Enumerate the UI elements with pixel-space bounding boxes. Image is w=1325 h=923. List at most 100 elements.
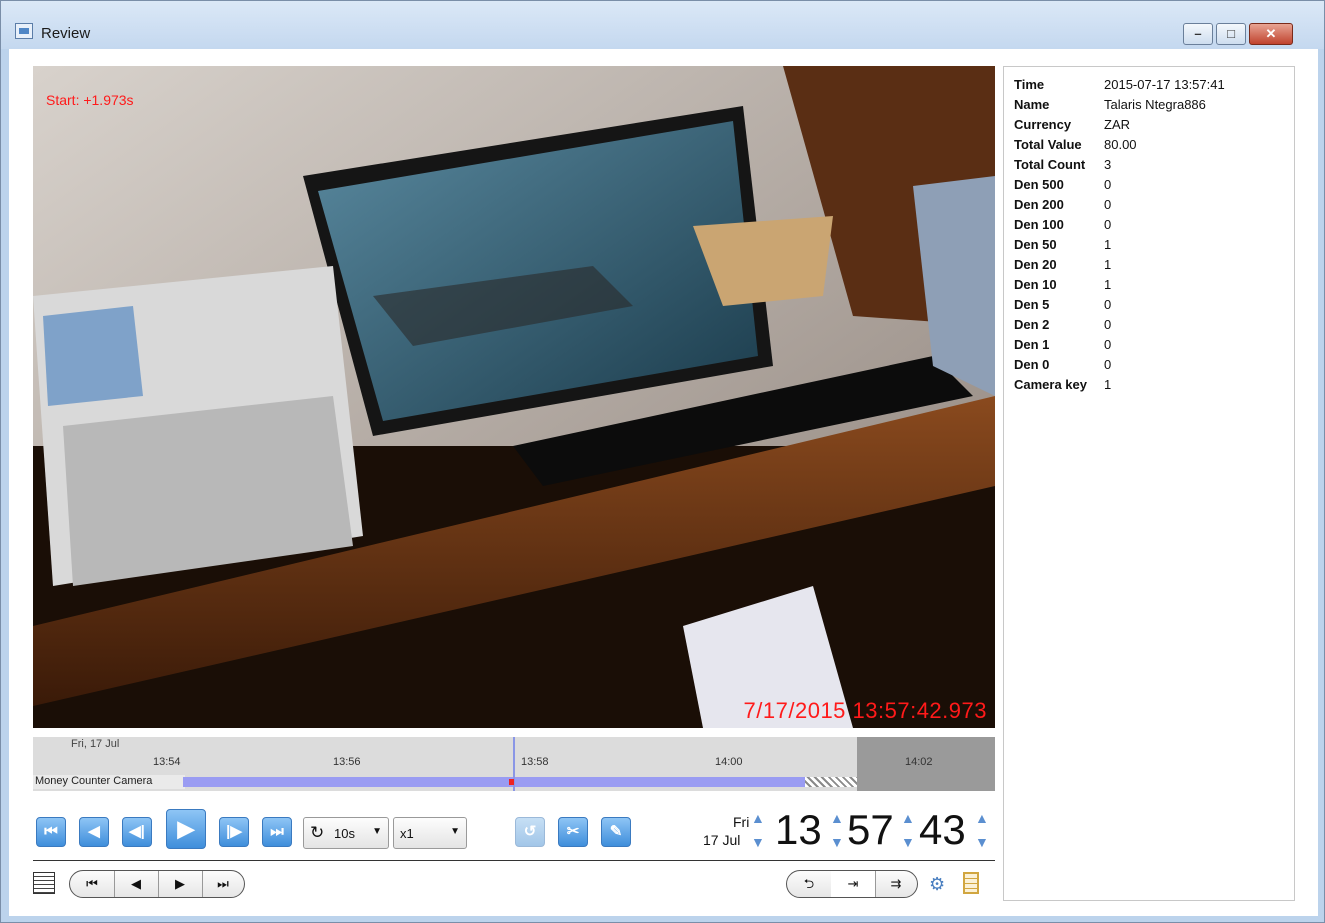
speed-value: x1 bbox=[400, 826, 414, 841]
timeline-tick: 13:54 bbox=[153, 756, 181, 768]
start-offset-label: Start: +1.973s bbox=[46, 92, 134, 108]
back-icon: ◀ bbox=[88, 823, 100, 840]
detail-value: Talaris Ntegra886 bbox=[1104, 97, 1206, 112]
detail-key: Camera key bbox=[1014, 377, 1087, 392]
export-icon[interactable] bbox=[963, 872, 979, 894]
detail-value: 0 bbox=[1104, 297, 1112, 312]
detail-key: Total Count bbox=[1014, 157, 1086, 172]
minutes-down-arrow[interactable]: ▼ bbox=[901, 834, 915, 850]
detail-value: 0 bbox=[1104, 357, 1112, 372]
close-button[interactable]: ✕ bbox=[1249, 23, 1293, 45]
first-event-button[interactable]: ⏮ bbox=[70, 871, 115, 897]
frame-forward-button[interactable]: |▶ bbox=[219, 817, 249, 847]
detail-value: 1 bbox=[1104, 377, 1112, 392]
fast-forward-icon: ⇉ bbox=[890, 876, 902, 891]
seconds-down-arrow[interactable]: ▼ bbox=[975, 834, 989, 850]
timeline-tick: 13:56 bbox=[333, 756, 361, 768]
hours-up-arrow[interactable]: ▲ bbox=[830, 810, 844, 826]
transaction-details-panel: Time 2015-07-17 13:57:41 Name Talaris Nteg… bbox=[1003, 66, 1295, 901]
detail-value: 1 bbox=[1104, 237, 1112, 252]
title-bar[interactable]: Review – □ ✕ bbox=[1, 1, 1324, 49]
list-view-icon[interactable] bbox=[33, 872, 55, 894]
go-to-end-button[interactable]: ⏭ bbox=[262, 817, 292, 847]
event-navigation-group: ⏮ ◀ ▶ ⏭ bbox=[69, 870, 245, 898]
timeline[interactable]: Fri, 17 Jul 13:54 13:56 13:58 14:00 14:0… bbox=[33, 737, 995, 791]
settings-gear-icon[interactable]: ⚙ bbox=[929, 874, 945, 895]
mark-in-button[interactable]: ✂ bbox=[558, 817, 588, 847]
video-frame[interactable]: Start: +1.973s 7/17/2015 13:57:42.973 bbox=[33, 66, 995, 728]
hours-down-arrow[interactable]: ▼ bbox=[830, 834, 844, 850]
last-event-button[interactable]: ⏭ bbox=[202, 871, 244, 897]
controls-divider bbox=[33, 860, 995, 861]
detail-key: Den 5 bbox=[1014, 297, 1050, 312]
loop-interval-value: 10s bbox=[334, 826, 355, 841]
frame-forward-icon: |▶ bbox=[226, 823, 242, 840]
detail-value: 0 bbox=[1104, 337, 1112, 352]
detail-value: 0 bbox=[1104, 217, 1112, 232]
speed-dropdown[interactable]: x1 ▼ bbox=[393, 817, 467, 849]
detail-key: Den 10 bbox=[1014, 277, 1057, 292]
loop-icon: ↺ bbox=[523, 823, 537, 840]
mark-out-button[interactable]: ✎ bbox=[601, 817, 631, 847]
frame-back-icon: ◀| bbox=[129, 823, 145, 840]
minimize-icon: – bbox=[1194, 26, 1202, 41]
detail-key: Den 0 bbox=[1014, 357, 1050, 372]
frame-back-button[interactable]: ◀| bbox=[122, 817, 152, 847]
skip-start-icon: ⏮ bbox=[44, 823, 58, 840]
timeline-tick: 14:00 bbox=[715, 756, 743, 768]
detail-value: 2015-07-17 13:57:41 bbox=[1104, 77, 1225, 92]
minimize-button[interactable]: – bbox=[1183, 23, 1213, 45]
video-timestamp-overlay: 7/17/2015 13:57:42.973 bbox=[743, 698, 987, 723]
detail-key: Currency bbox=[1014, 117, 1072, 132]
play-icon: ▶ bbox=[177, 816, 195, 841]
detail-value: 0 bbox=[1104, 197, 1112, 212]
window-title: Review bbox=[41, 25, 91, 42]
sync-mode-group: ⮌ ⇥ ⇉ bbox=[786, 870, 918, 898]
detail-key: Time bbox=[1014, 77, 1045, 92]
bottom-toolbar: ⏮ ◀ ▶ ⏭ ⮌ ⇥ ⇉ ⚙ bbox=[33, 866, 995, 906]
playback-controls: ⏮ ◀ ◀| ▶ |▶ ⏭ ↻ 10s ▼ x1 ▼ ↺ ✂ ✎ ▲ ▼ Fri… bbox=[33, 800, 995, 860]
previous-icon: ◀ bbox=[131, 876, 141, 891]
video-image bbox=[33, 66, 995, 728]
return-icon: ⮌ bbox=[803, 876, 815, 891]
detail-value: 1 bbox=[1104, 277, 1112, 292]
skip-end-icon: ⏭ bbox=[270, 823, 284, 840]
loop-icon: ↻ bbox=[310, 823, 325, 842]
detail-value: 1 bbox=[1104, 257, 1112, 272]
detail-key: Den 500 bbox=[1014, 177, 1064, 192]
loop-interval-dropdown[interactable]: ↻ 10s ▼ bbox=[303, 817, 389, 849]
clock-minutes[interactable]: 57 bbox=[847, 806, 894, 854]
detail-value: 0 bbox=[1104, 177, 1112, 192]
detail-value: 3 bbox=[1104, 157, 1112, 172]
pin-out-icon: ✂ bbox=[566, 823, 580, 840]
day-up-arrow[interactable]: ▲ bbox=[751, 810, 765, 826]
fast-forward-button[interactable]: ⇉ bbox=[875, 871, 917, 897]
seconds-up-arrow[interactable]: ▲ bbox=[975, 810, 989, 826]
next-icon: ▶ bbox=[175, 876, 185, 891]
previous-event-button[interactable]: ◀ bbox=[114, 871, 159, 897]
go-to-start-button[interactable]: ⏮ bbox=[36, 817, 66, 847]
jump-to-end-button[interactable]: ⇥ bbox=[831, 871, 876, 897]
detail-key: Den 100 bbox=[1014, 217, 1064, 232]
minutes-up-arrow[interactable]: ▲ bbox=[901, 810, 915, 826]
timeline-event-marker[interactable] bbox=[509, 779, 514, 785]
timeline-tick: 14:02 bbox=[905, 756, 933, 768]
maximize-button[interactable]: □ bbox=[1216, 23, 1246, 45]
step-back-button[interactable]: ◀ bbox=[79, 817, 109, 847]
detail-key: Den 20 bbox=[1014, 257, 1057, 272]
day-down-arrow[interactable]: ▼ bbox=[751, 834, 765, 850]
clock-hours[interactable]: 13 bbox=[775, 806, 822, 854]
detail-value: 80.00 bbox=[1104, 137, 1137, 152]
detail-key: Den 2 bbox=[1014, 317, 1050, 332]
clock-date: 17 Jul bbox=[703, 832, 741, 848]
play-button[interactable]: ▶ bbox=[166, 809, 206, 849]
next-event-button[interactable]: ▶ bbox=[158, 871, 203, 897]
app-icon bbox=[15, 23, 33, 39]
return-button[interactable]: ⮌ bbox=[787, 871, 832, 897]
loop-toggle-button[interactable]: ↺ bbox=[515, 817, 545, 847]
clock-seconds[interactable]: 43 bbox=[919, 806, 966, 854]
close-icon: ✕ bbox=[1265, 26, 1277, 41]
timeline-recording-bar[interactable] bbox=[183, 777, 805, 787]
detail-key: Name bbox=[1014, 97, 1050, 112]
detail-key: Den 1 bbox=[1014, 337, 1050, 352]
